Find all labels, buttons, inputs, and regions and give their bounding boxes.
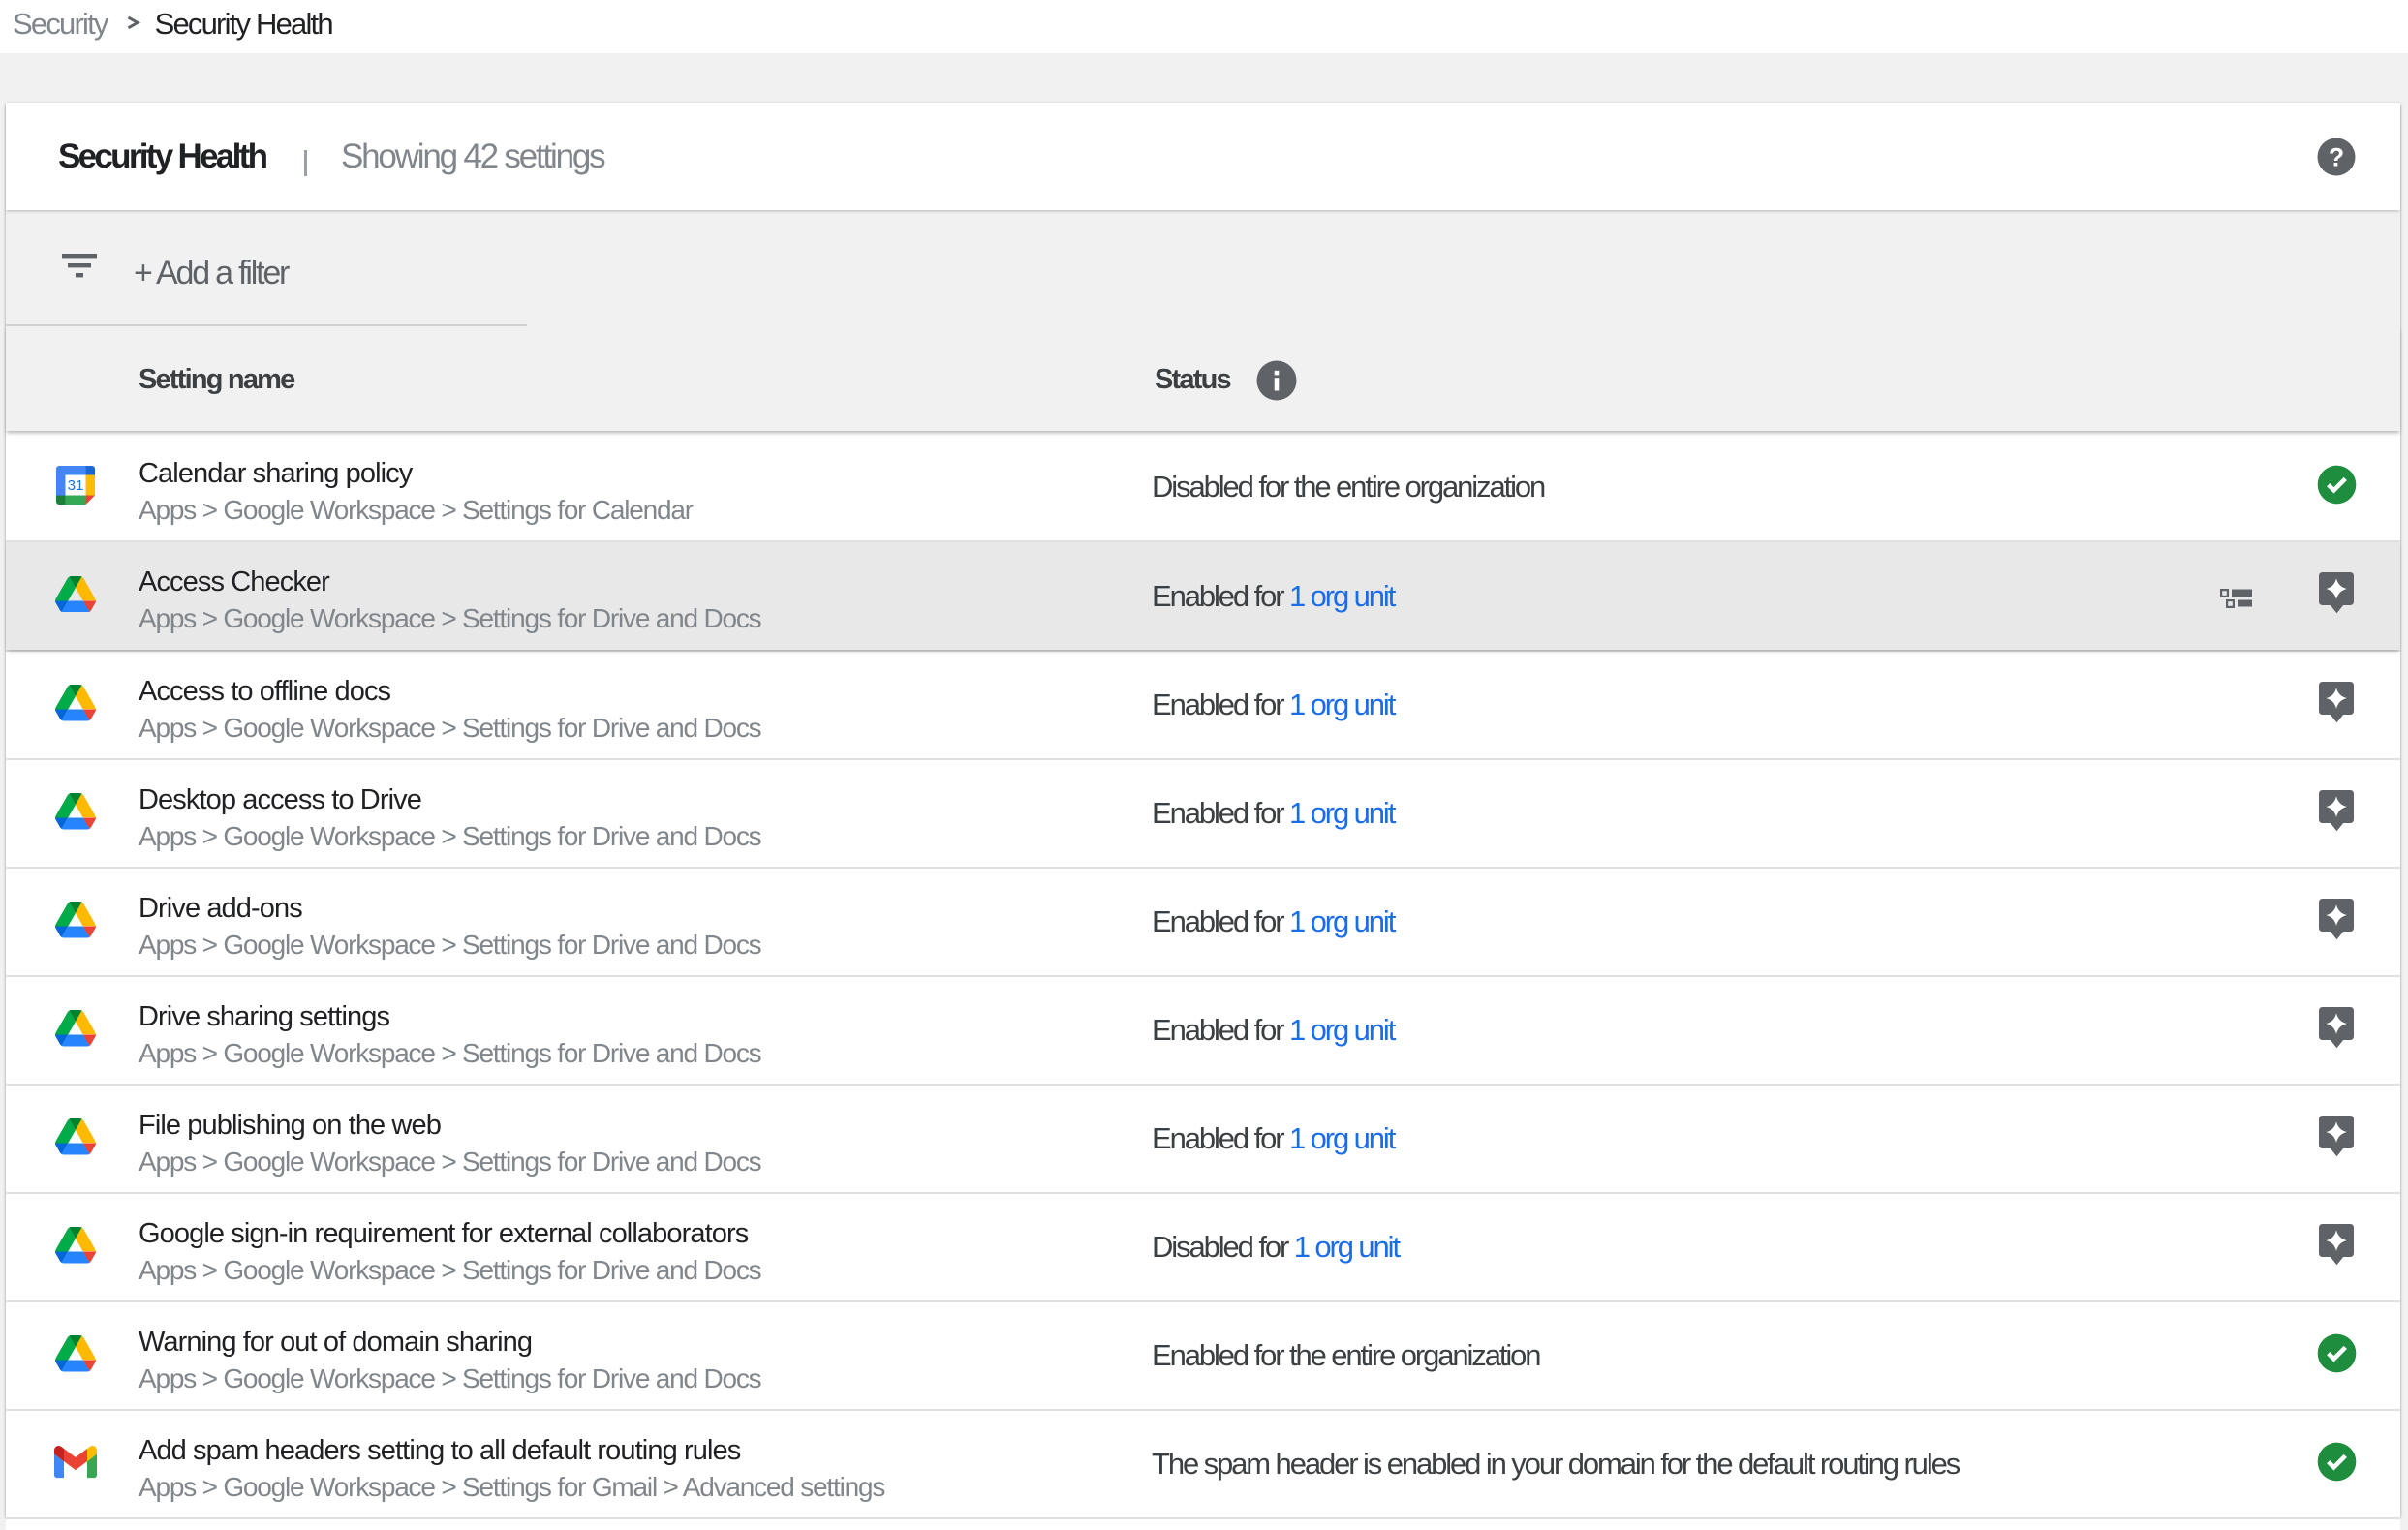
svg-text:31: 31 [68,477,84,494]
svg-text:?: ? [2329,142,2344,171]
